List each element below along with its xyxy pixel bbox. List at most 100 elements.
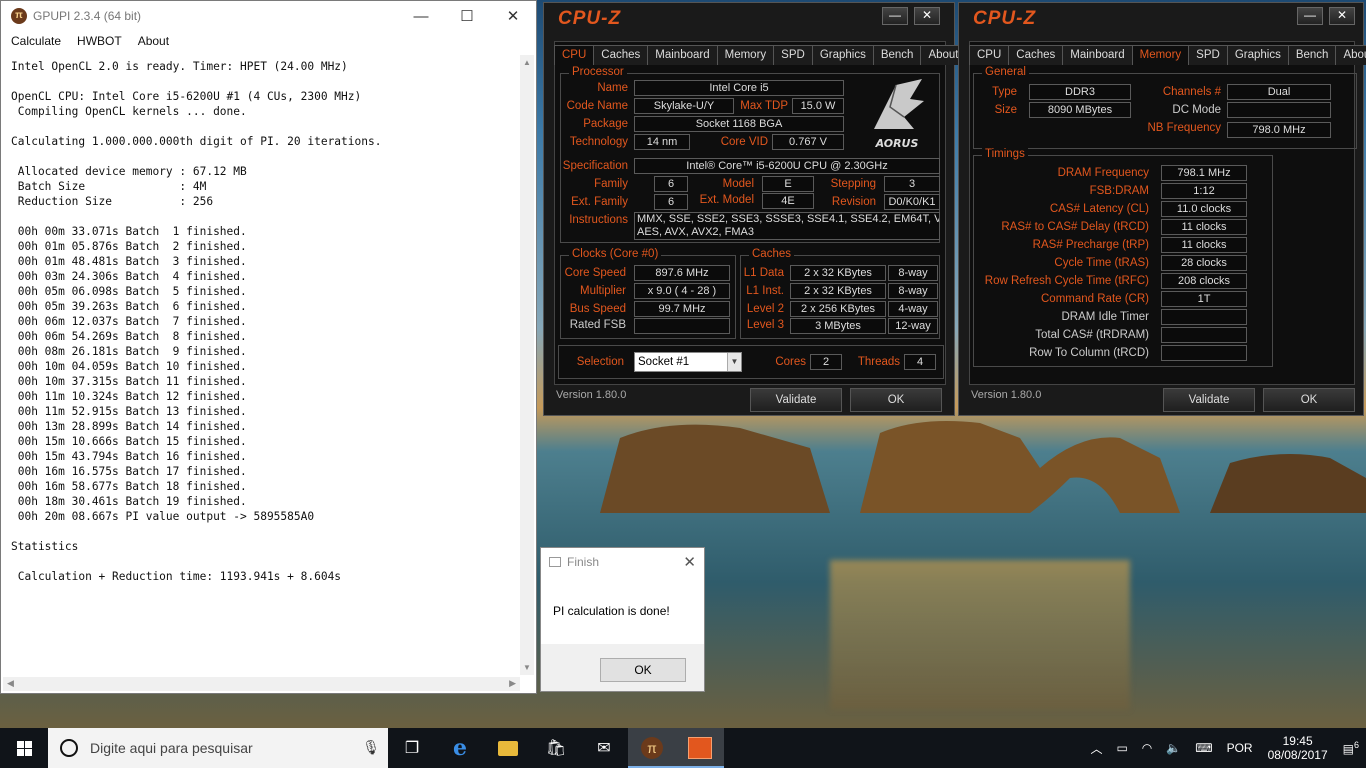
vertical-scrollbar[interactable]: ▲ ▼: [520, 55, 534, 675]
ratedfsb-value: [634, 318, 730, 334]
l1data-assoc: 8-way: [888, 265, 938, 281]
tab-cpu[interactable]: CPU: [554, 45, 595, 65]
gpupi-titlebar[interactable]: π GPUPI 2.3.4 (64 bit) — ☐ ✕: [1, 1, 536, 31]
cpuz-minimize-button[interactable]: —: [1297, 7, 1323, 25]
extfamily-value: 6: [654, 194, 688, 210]
tab-bench[interactable]: Bench: [872, 45, 922, 65]
cpuz-taskbar-icon[interactable]: [676, 728, 724, 768]
console-output[interactable]: Intel OpenCL 2.0 is ready. Timer: HPET (…: [3, 55, 523, 675]
maximize-button[interactable]: ☐: [444, 1, 490, 31]
finish-message: PI calculation is done!: [541, 576, 704, 644]
horizontal-scrollbar[interactable]: ◀ ▶: [3, 677, 520, 691]
corespeed-label: Core Speed: [564, 267, 626, 279]
scroll-left-icon[interactable]: ◀: [7, 678, 14, 689]
microphone-icon[interactable]: 🎙: [362, 739, 380, 756]
l3-assoc: 12-way: [888, 318, 938, 334]
model-label: Model: [722, 178, 754, 190]
extmodel-value: 4E: [762, 193, 814, 209]
wifi-icon[interactable]: ◠: [1135, 741, 1159, 755]
finish-titlebar[interactable]: Finish: [541, 548, 704, 576]
finish-title: Finish: [567, 555, 600, 569]
socket-select-value: Socket #1: [638, 356, 690, 368]
cpuz-version: Version 1.80.0: [971, 389, 1042, 401]
close-icon[interactable]: ✕: [683, 553, 696, 571]
minimize-button[interactable]: —: [398, 1, 444, 31]
timing-value: 11 clocks: [1161, 237, 1247, 253]
keyboard-icon[interactable]: ⌨: [1188, 741, 1219, 755]
nbfreq-label: NB Frequency: [1147, 122, 1221, 134]
tab-caches[interactable]: Caches: [1008, 45, 1064, 65]
chevron-up-icon[interactable]: ︿: [1083, 740, 1109, 757]
l2-assoc: 4-way: [888, 301, 938, 317]
spec-value: Intel® Core™ i5-6200U CPU @ 2.30GHz: [634, 158, 940, 174]
cpuz-close-button[interactable]: ✕: [1329, 7, 1355, 25]
console-line: Statistics: [11, 540, 79, 553]
volume-icon[interactable]: 🔈: [1159, 741, 1188, 755]
aorus-eagle-icon: AORUS: [874, 79, 924, 150]
ok-button[interactable]: OK: [850, 388, 942, 412]
chevron-down-icon[interactable]: ▼: [727, 353, 741, 371]
multiplier-label: Multiplier: [579, 285, 626, 297]
menu-calculate[interactable]: Calculate: [11, 34, 61, 48]
timing-label: DRAM Frequency: [1057, 167, 1149, 179]
menu-about[interactable]: About: [138, 34, 169, 48]
windows-logo-icon: [16, 740, 32, 756]
tab-mainboard[interactable]: Mainboard: [1062, 45, 1133, 65]
store-icon[interactable]: 🛍: [532, 728, 580, 768]
close-button[interactable]: ✕: [490, 1, 536, 31]
timing-value: 28 clocks: [1161, 255, 1247, 271]
task-view-icon[interactable]: ❐: [388, 728, 436, 768]
battery-icon[interactable]: ▭: [1109, 741, 1134, 755]
cpuz-close-button[interactable]: ✕: [914, 7, 940, 25]
console-line: 00h 00m 33.071s Batch 1 finished.: [11, 225, 247, 238]
tab-spd[interactable]: SPD: [1188, 45, 1228, 65]
cpuz-minimize-button[interactable]: —: [882, 7, 908, 25]
console-line: 00h 01m 05.876s Batch 2 finished.: [11, 240, 247, 253]
tab-graphics[interactable]: Graphics: [1226, 45, 1289, 65]
timing-value: 798.1 MHz: [1161, 165, 1247, 181]
validate-button[interactable]: Validate: [750, 388, 842, 412]
tab-mainboard[interactable]: Mainboard: [647, 45, 718, 65]
socket-select[interactable]: Socket #1 ▼: [634, 352, 742, 372]
multiplier-value: x 9.0 ( 4 - 28 ): [634, 283, 730, 299]
tab-graphics[interactable]: Graphics: [811, 45, 874, 65]
scroll-right-icon[interactable]: ▶: [509, 678, 516, 689]
tab-about[interactable]: About: [1335, 45, 1366, 65]
cpuz-cpu-window[interactable]: CPU-Z — ✕ CPU Caches Mainboard Memory SPD Gra…: [543, 2, 967, 416]
tab-spd[interactable]: SPD: [773, 45, 813, 65]
cpuz-memory-window[interactable]: CPU-Z — ✕ CPU Caches Mainboard Memory SPD Gra…: [958, 2, 1366, 416]
instructions-line-1: MMX, SSE, SSE2, SSE3, SSSE3, SSE4.1, SSE…: [637, 213, 940, 225]
validate-button[interactable]: Validate: [1163, 388, 1255, 412]
cortana-icon: [60, 739, 78, 757]
start-button[interactable]: [0, 728, 48, 768]
tab-cpu[interactable]: CPU: [969, 45, 1010, 65]
cpuz-version: Version 1.80.0: [556, 389, 627, 401]
processor-group-title: Processor: [569, 66, 627, 78]
clock[interactable]: 19:45 08/08/2017: [1260, 734, 1336, 762]
search-box[interactable]: Digite aqui para pesquisar 🎙: [48, 728, 388, 768]
tab-memory[interactable]: Memory: [1131, 45, 1190, 65]
language-indicator[interactable]: POR: [1220, 741, 1260, 755]
ok-button[interactable]: OK: [1263, 388, 1355, 412]
timing-label: Row Refresh Cycle Time (tRFC): [984, 275, 1149, 287]
tab-caches[interactable]: Caches: [593, 45, 649, 65]
gpupi-window[interactable]: π GPUPI 2.3.4 (64 bit) — ☐ ✕ Calculate H…: [0, 0, 537, 694]
ok-button[interactable]: OK: [600, 658, 686, 682]
revision-label: Revision: [831, 196, 876, 208]
scroll-down-icon[interactable]: ▼: [523, 663, 531, 672]
scroll-up-icon[interactable]: ▲: [523, 58, 531, 67]
finish-dialog[interactable]: Finish ✕ PI calculation is done! OK: [540, 547, 705, 692]
tab-memory[interactable]: Memory: [716, 45, 775, 65]
notifications-icon[interactable]: ▤6: [1336, 740, 1366, 756]
edge-browser-icon[interactable]: e: [436, 728, 484, 768]
file-explorer-icon[interactable]: [484, 728, 532, 768]
cpuz-logo: CPU-Z: [558, 8, 622, 29]
clocks-group-title: Clocks (Core #0): [569, 248, 662, 260]
menu-hwbot[interactable]: HWBOT: [77, 34, 122, 48]
window-icon: [549, 557, 561, 567]
gpupi-taskbar-icon[interactable]: π: [628, 728, 676, 768]
dcmode-value: [1227, 102, 1331, 118]
family-value: 6: [654, 176, 688, 192]
tab-bench[interactable]: Bench: [1287, 45, 1337, 65]
mail-icon[interactable]: ✉: [580, 728, 628, 768]
